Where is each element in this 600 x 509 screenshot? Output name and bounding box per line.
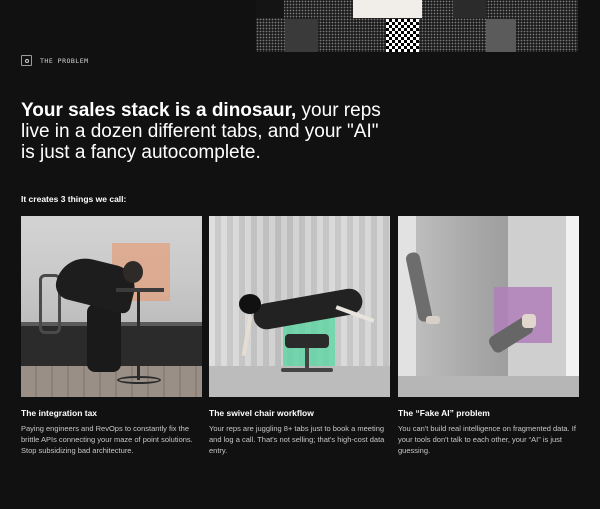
headline-bold: Your sales stack is a dinosaur, — [21, 100, 297, 121]
problem-card-integration-tax: The integration tax Paying engineers and… — [21, 216, 202, 456]
problem-card-swivel-chair: The swivel chair workflow Your reps are … — [209, 216, 390, 456]
checkerboard-block — [386, 19, 419, 52]
pixel-block — [256, 0, 284, 18]
section-eyebrow: THE PROBLEM — [21, 55, 89, 66]
pixel-pattern-decoration — [256, 0, 578, 52]
card-image-integration-tax — [21, 216, 202, 397]
card-title: The integration tax — [21, 408, 98, 418]
problem-section: THE PROBLEM Your sales stack is a dinosa… — [0, 0, 600, 509]
card-image-swivel-chair — [209, 216, 390, 397]
pixel-block — [453, 0, 486, 18]
pixel-block — [353, 0, 422, 18]
card-title: The swivel chair workflow — [209, 408, 314, 418]
card-description: Paying engineers and RevOps to constantl… — [21, 424, 193, 455]
card-description: You can't build real intelligence on fra… — [398, 424, 576, 455]
card-image-fake-ai — [398, 216, 579, 397]
pixel-block — [285, 19, 318, 52]
problem-card-fake-ai: The “Fake AI” problem You can't build re… — [398, 216, 579, 456]
card-description: Your reps are juggling 8+ tabs just to b… — [209, 424, 385, 455]
pixel-block — [486, 19, 516, 52]
eyebrow-label: THE PROBLEM — [40, 56, 89, 65]
section-headline: Your sales stack is a dinosaur, your rep… — [21, 100, 381, 163]
section-subhead: It creates 3 things we call: — [21, 194, 127, 204]
target-icon — [21, 55, 32, 66]
card-title: The “Fake AI” problem — [398, 408, 490, 418]
